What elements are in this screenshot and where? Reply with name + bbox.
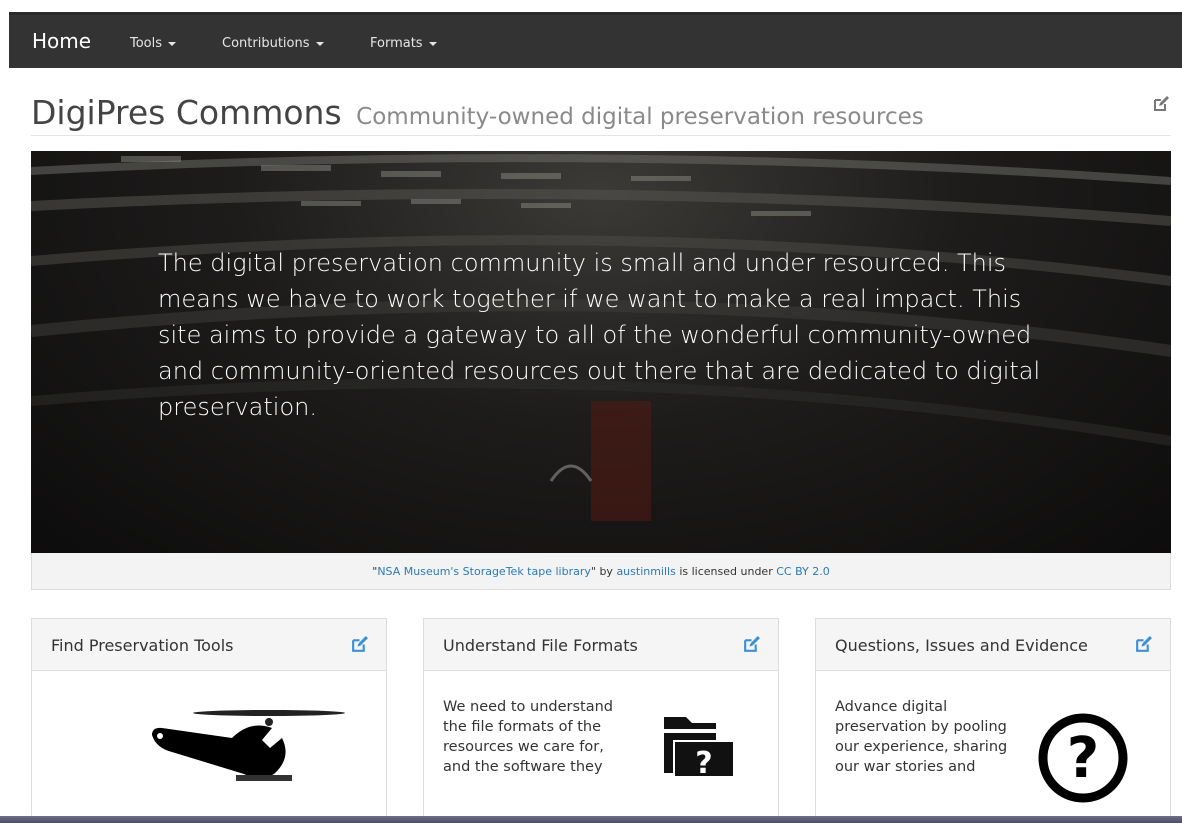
panel-file-formats: Understand File Formats We need to under… — [423, 618, 779, 818]
nav-contributions-dropdown[interactable]: Contributions — [222, 36, 324, 51]
caption-by-text: " by — [590, 565, 617, 578]
caption-licensed-text: is licensed under — [675, 565, 777, 578]
folder-question-icon: ? — [664, 717, 735, 781]
panel-title-formats: Understand File Formats — [443, 636, 638, 655]
wrench-icon — [152, 710, 345, 781]
nav-home-link[interactable]: Home — [32, 29, 91, 53]
svg-text:?: ? — [695, 746, 712, 781]
page-title: DigiPres Commons Community-owned digital… — [31, 93, 924, 132]
caret-down-icon — [428, 41, 437, 46]
edit-icon[interactable] — [1152, 95, 1170, 113]
page-subtitle: Community-owned digital preservation res… — [356, 104, 924, 130]
panel-title-questions: Questions, Issues and Evidence — [835, 636, 1088, 655]
panel-find-tools: Find Preservation Tools — [31, 618, 387, 818]
title-divider — [31, 135, 1171, 136]
image-attribution: "NSA Museum's StorageTek tape library" b… — [31, 553, 1171, 590]
svg-text:?: ? — [1067, 726, 1099, 791]
caption-author-link[interactable]: austinmills — [616, 565, 675, 578]
panel-questions: Questions, Issues and Evidence Advance d… — [815, 618, 1171, 818]
nav-tools-dropdown[interactable]: Tools — [130, 36, 177, 51]
top-navbar: Home Tools Contributions Formats — [9, 12, 1182, 68]
edit-icon[interactable] — [742, 635, 761, 654]
panel-text-questions: Advance digital preservation by pooling … — [835, 699, 1008, 775]
hero-banner: The digital preservation community is sm… — [31, 151, 1171, 553]
nav-contributions-label: Contributions — [222, 36, 310, 51]
caret-down-icon — [315, 41, 324, 46]
page-title-text: DigiPres Commons — [31, 93, 342, 132]
panel-heading: Find Preservation Tools — [32, 619, 386, 671]
edit-icon[interactable] — [350, 635, 369, 654]
nav-formats-label: Formats — [370, 36, 423, 51]
panel-text-formats: We need to understand the file formats o… — [443, 699, 614, 775]
caption-image-link[interactable]: NSA Museum's StorageTek tape library — [377, 565, 591, 578]
panel-heading: Questions, Issues and Evidence — [816, 619, 1170, 671]
panel-heading: Understand File Formats — [424, 619, 778, 671]
edit-icon[interactable] — [1134, 635, 1153, 654]
panel-title-tools: Find Preservation Tools — [51, 636, 234, 655]
question-circle-icon: ? — [1038, 713, 1128, 803]
window-bottom-edge — [0, 816, 1182, 823]
hero-text: The digital preservation community is sm… — [158, 249, 1041, 421]
caption-license-link[interactable]: CC BY 2.0 — [776, 565, 830, 578]
nav-formats-dropdown[interactable]: Formats — [370, 36, 437, 51]
caret-down-icon — [168, 41, 177, 46]
nav-tools-label: Tools — [130, 36, 163, 51]
